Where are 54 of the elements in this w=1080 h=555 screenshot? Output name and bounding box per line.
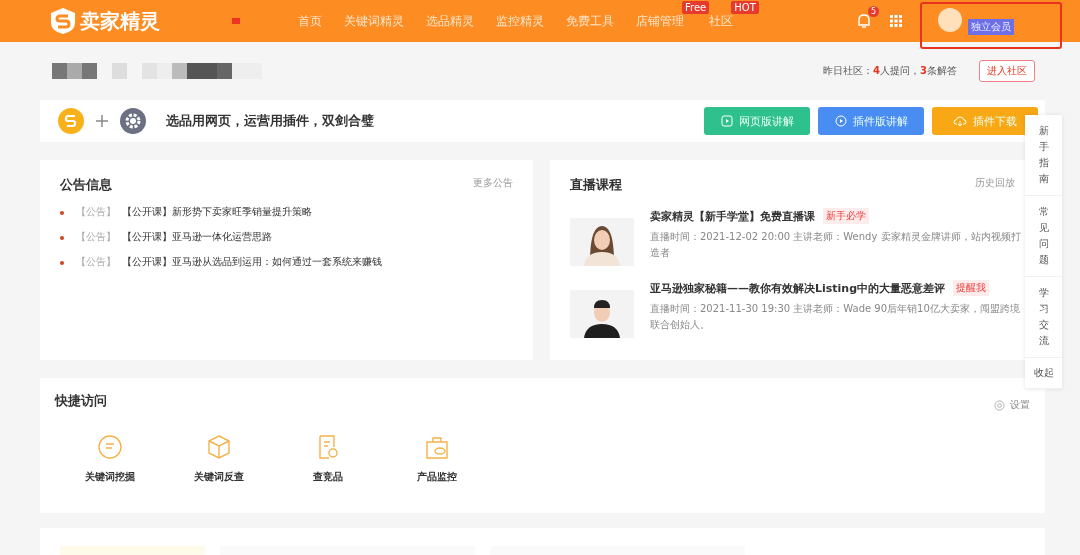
chat-circle-icon — [96, 434, 123, 460]
course-tag: 提醒我 — [953, 280, 990, 296]
bell-icon[interactable] — [856, 13, 872, 29]
announcement-tag: 【公告】 — [76, 256, 116, 269]
logo-icon — [58, 108, 84, 134]
announcement-link[interactable]: 【公开课】新形势下卖家旺季销量提升策略 — [122, 206, 312, 219]
bullet-dot — [60, 260, 64, 265]
side-panel-link[interactable]: 学习交流 — [1025, 277, 1062, 358]
bullet-dot — [60, 210, 64, 215]
community-summary: 昨日社区：4人提问，3条解答 — [823, 64, 957, 78]
quick-access-link[interactable]: 查竞品 — [312, 470, 343, 484]
announcement-tag: 【公告】 — [76, 206, 116, 219]
notification-count: 5 — [868, 6, 879, 17]
quick-access-link[interactable]: 产品监控 — [416, 470, 457, 484]
settings-icon — [994, 399, 1005, 411]
announcement-tag: 【公告】 — [76, 231, 116, 244]
bullet-dot — [60, 235, 64, 240]
nav-badge: Free — [682, 0, 710, 14]
quick-access-link[interactable]: 关键词反查 — [193, 470, 244, 484]
card-title: 直播课程 — [570, 176, 622, 194]
course-info: 直播时间：2021-12-02 20:00 主讲老师：Wendy 卖家精灵金牌讲师，站内视频打造者 — [650, 230, 1022, 260]
nav-badge: HOT — [731, 0, 759, 14]
avatar[interactable] — [938, 8, 962, 32]
flag-icon — [232, 18, 240, 24]
more-link[interactable]: 更多公告 — [473, 176, 513, 190]
card-title: 快捷访问 — [55, 392, 107, 410]
membership-badge: 独立会员 — [968, 19, 1014, 35]
course-title[interactable]: 亚马逊独家秘籍——教你有效解决Listing中的大量恶意差评 — [650, 280, 946, 296]
settings-icon — [120, 108, 146, 134]
side-panel-link[interactable]: 新手指南 — [1025, 115, 1062, 196]
logo-icon — [50, 7, 76, 35]
play-circle-icon — [834, 115, 847, 127]
course-title[interactable]: 卖家精灵【新手学堂】免费直播课 — [650, 208, 815, 224]
play-square-icon — [720, 115, 733, 127]
logo-text: 卖家精灵 — [80, 7, 160, 35]
more-link[interactable]: 历史回放 — [975, 176, 1015, 190]
action-button[interactable]: 网页版讲解 — [704, 107, 810, 135]
collapse-link[interactable]: 收起 — [1025, 358, 1062, 389]
apps-grid-icon[interactable] — [890, 15, 902, 27]
action-button[interactable]: 插件版讲解 — [818, 107, 924, 135]
side-panel-link[interactable]: 常见问题 — [1025, 196, 1062, 277]
card-title: 公告信息 — [60, 176, 112, 194]
enter-community-button[interactable]: 进入社区 — [979, 60, 1035, 82]
announcement-link[interactable]: 【公开课】亚马逊从选品到运用：如何通过一套系统来赚钱 — [122, 256, 382, 269]
bag-eye-icon — [423, 434, 450, 460]
course-tag: 新手必学 — [823, 208, 869, 224]
box-icon — [205, 434, 232, 460]
course-info: 直播时间：2021-11-30 19:30 主讲老师：Wade 90后年销10亿大卖家，闯盟跨境联合创始人。 — [650, 302, 1021, 332]
slogan: 选品用网页，运营用插件，双剑合璧 — [166, 112, 374, 130]
announcement-link[interactable]: 【公开课】亚马逊一体化运营思路 — [122, 231, 272, 244]
settings-link[interactable]: 设置 — [1010, 398, 1030, 412]
plus-icon — [96, 115, 108, 127]
cloud-download-icon — [953, 115, 967, 127]
quick-access-link[interactable]: 关键词挖掘 — [84, 470, 135, 484]
